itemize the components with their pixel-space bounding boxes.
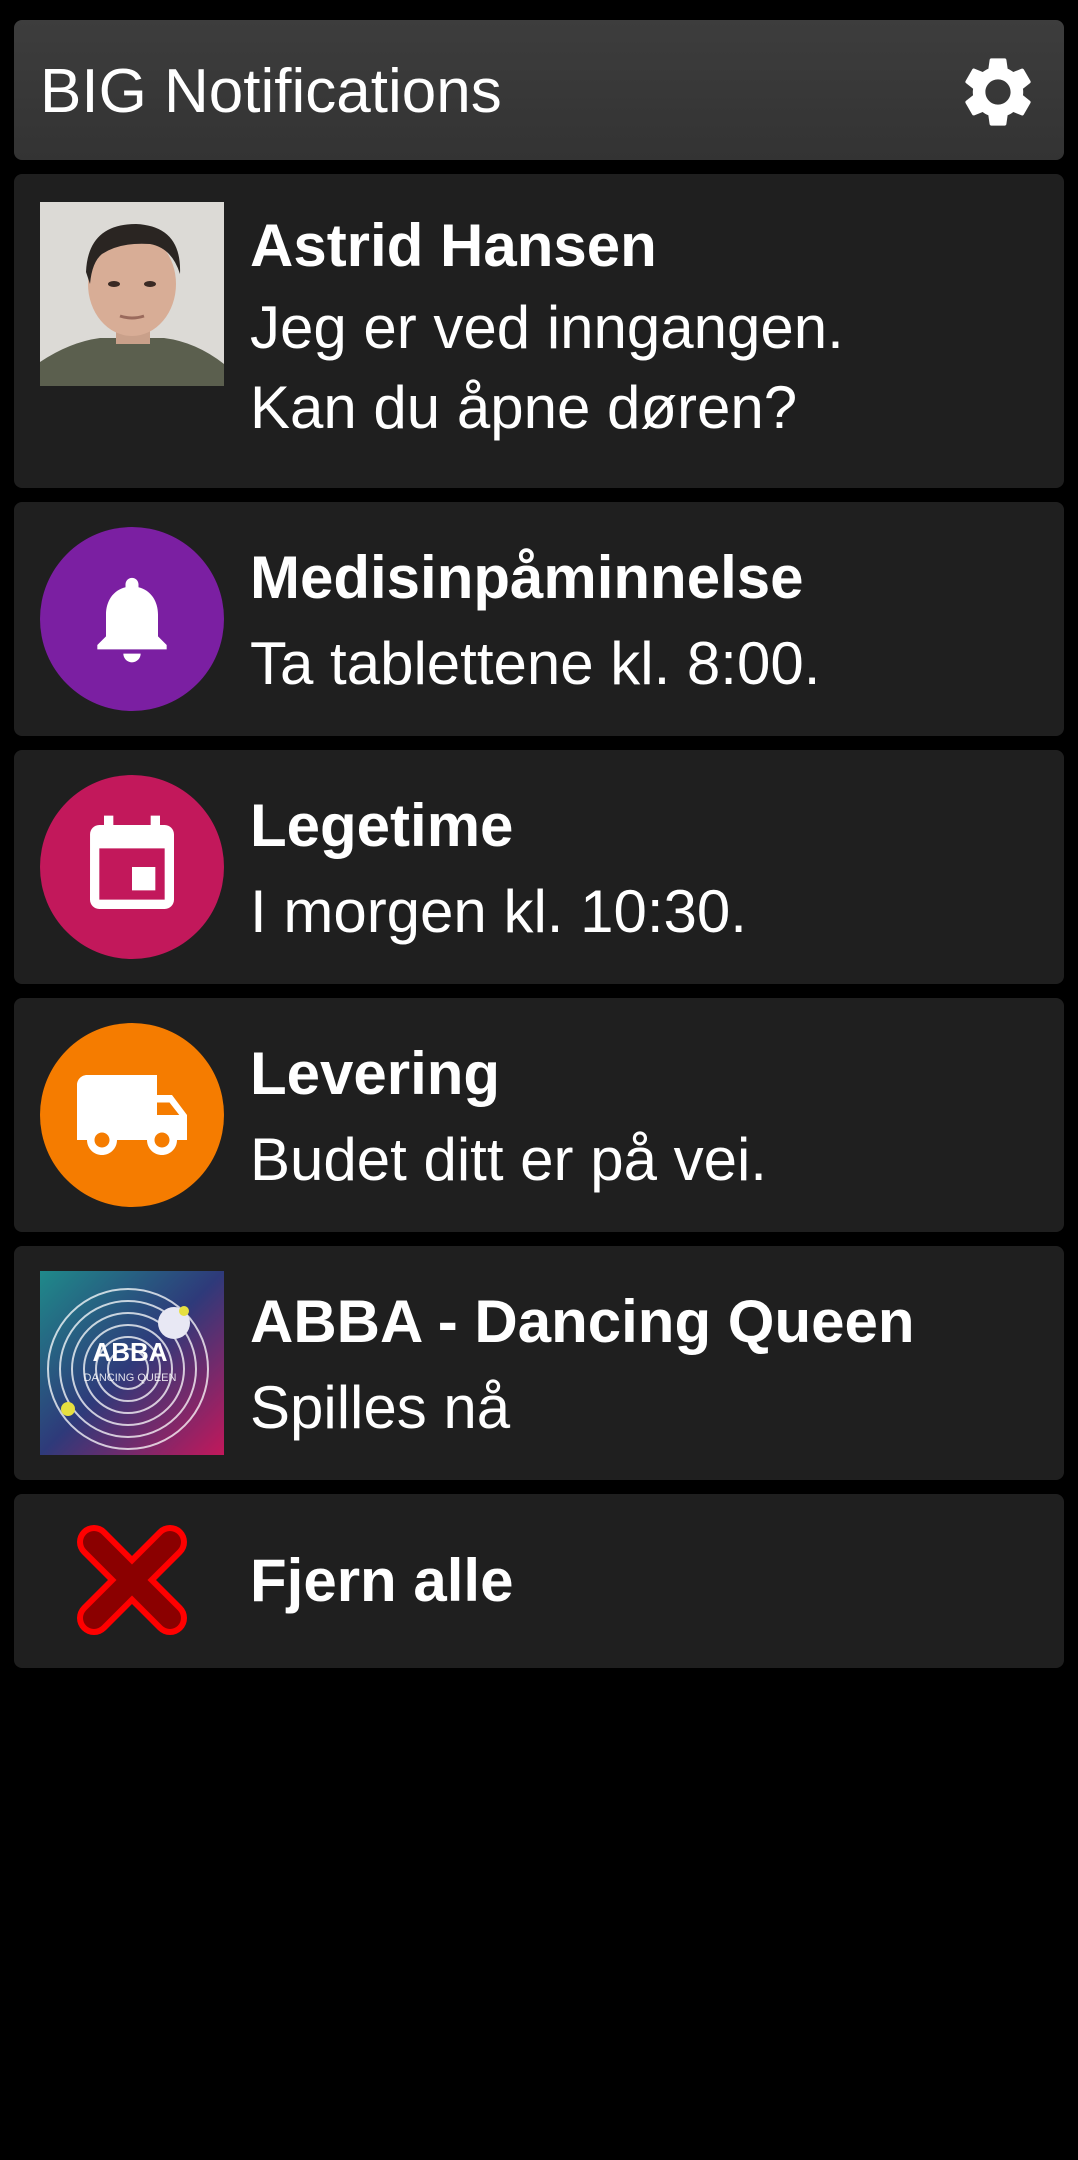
notification-title: Medisinpåminnelse (250, 544, 804, 611)
notification-body-line: Jeg er ved inngangen. (250, 294, 844, 361)
truck-icon (77, 1075, 187, 1155)
bell-icon-circle (40, 527, 224, 711)
notification-body-line: Spilles nå (250, 1374, 511, 1441)
notification-body-line: I morgen kl. 10:30. (250, 878, 747, 945)
app-title: BIG Notifications (40, 57, 502, 126)
notification-reminder[interactable]: Medisinpåminnelse Ta tablettene kl. 8:00… (14, 502, 1064, 736)
album-art: ABBA DANCING QUEEN (40, 1271, 224, 1455)
album-art-subtitle: DANCING QUEEN (84, 1372, 177, 1384)
settings-button[interactable] (956, 50, 1040, 134)
notification-delivery[interactable]: Levering Budet ditt er på vei. (14, 998, 1064, 1232)
close-icon (74, 1522, 190, 1638)
calendar-icon-circle (40, 775, 224, 959)
notification-title: Astrid Hansen (250, 212, 657, 279)
notification-body-line: Ta tablettene kl. 8:00. (250, 630, 821, 697)
dismiss-all-button[interactable]: Fjern alle (14, 1494, 1064, 1668)
contact-photo (40, 202, 224, 386)
gear-icon (965, 58, 1031, 126)
dismiss-all-label: Fjern alle (250, 1547, 514, 1614)
notification-title: Levering (250, 1040, 501, 1107)
calendar-icon (90, 815, 174, 909)
notification-title: ABBA - Dancing Queen (250, 1288, 915, 1355)
bell-icon (97, 577, 167, 663)
truck-icon-circle (40, 1023, 224, 1207)
notification-body-line: Budet ditt er på vei. (250, 1126, 767, 1193)
notification-message[interactable]: Astrid Hansen Jeg er ved inngangen. Kan … (14, 174, 1064, 488)
notifications-screen: BIG Notifications Astrid Hansen Jeg er v… (0, 0, 1078, 2160)
album-art-title: ABBA (92, 1337, 167, 1367)
app-header: BIG Notifications (14, 20, 1064, 160)
notification-title: Legetime (250, 792, 514, 859)
notification-body-line: Kan du åpne døren? (250, 374, 798, 441)
notification-appointment[interactable]: Legetime I morgen kl. 10:30. (14, 750, 1064, 984)
notification-media[interactable]: ABBA DANCING QUEEN ABBA - Dancing Queen … (14, 1246, 1064, 1480)
